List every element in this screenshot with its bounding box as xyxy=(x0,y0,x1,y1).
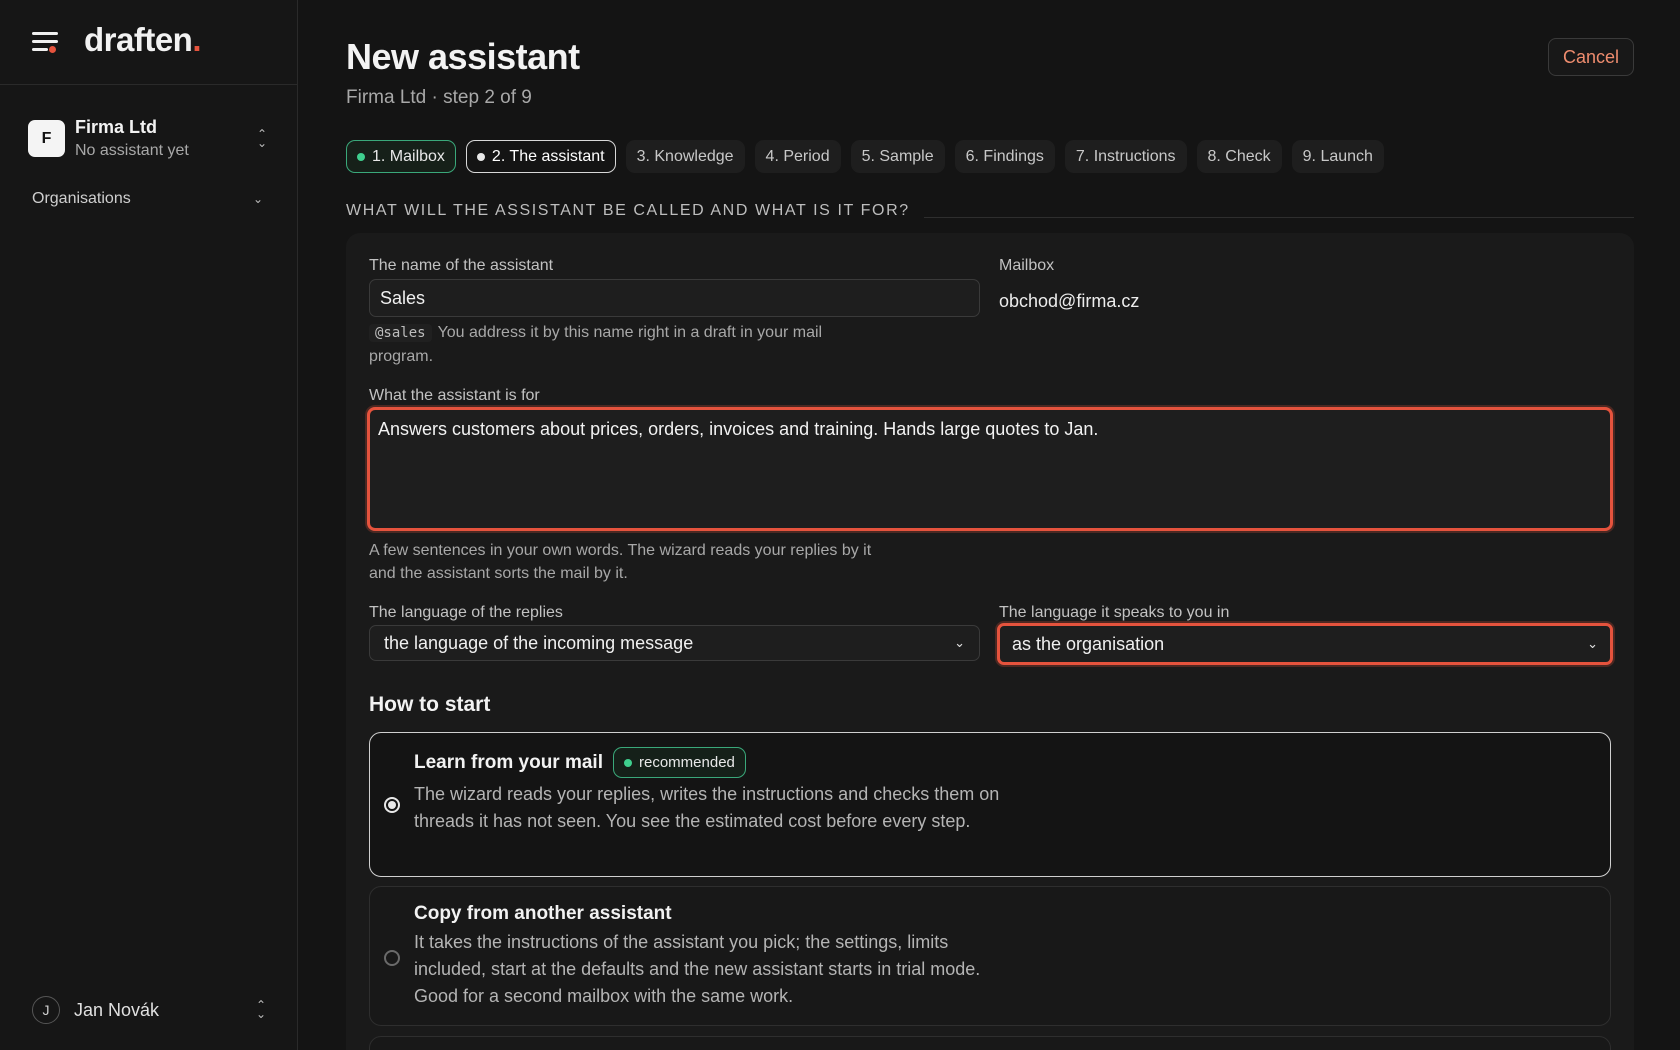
purpose-label: What the assistant is for xyxy=(369,387,540,404)
ui-language-label: The language it speaks to you in xyxy=(999,604,1230,621)
chevron-down-icon: ⌄ xyxy=(1587,636,1598,651)
chevron-down-icon: ⌄ xyxy=(252,192,263,206)
ui-language-value: as the organisation xyxy=(1012,633,1165,654)
step-done-icon xyxy=(357,152,365,161)
step-current-icon xyxy=(476,152,485,161)
how-to-start-heading: How to start xyxy=(369,693,491,716)
step-label: 2. The assistant xyxy=(491,147,605,165)
status-dot-icon xyxy=(624,758,632,767)
reply-language-select[interactable]: the language of the incoming message ⌄ xyxy=(369,625,980,661)
menu-icon[interactable] xyxy=(32,31,60,53)
org-avatar: F xyxy=(28,120,65,157)
chevron-up-down-icon: ⌃ ⌄ xyxy=(256,126,268,150)
org-name: Firma Ltd xyxy=(75,117,158,137)
page-subtitle: Firma Ltd · step 2 of 9 xyxy=(346,87,532,108)
start-option-learn[interactable]: Learn from your mail recommended The wiz… xyxy=(369,732,1611,877)
option-description: It takes the instructions of the assista… xyxy=(414,932,981,1006)
logo: draften. xyxy=(84,21,202,58)
step-knowledge[interactable]: 3. Knowledge xyxy=(625,140,745,173)
option-title: Learn from your mail recommended xyxy=(414,747,746,778)
name-hint-text: You address it by this name right in a d… xyxy=(369,324,823,365)
reply-language-label: The language of the replies xyxy=(369,604,563,621)
assistant-name-input[interactable] xyxy=(369,279,980,317)
org-text: Firma Ltd No assistant yet xyxy=(75,117,255,160)
step-assistant[interactable]: 2. The assistant xyxy=(465,140,616,173)
step-instructions[interactable]: 7. Instructions xyxy=(1064,140,1187,173)
assistant-form-card: The name of the assistant @salesYou addr… xyxy=(346,233,1634,1050)
main-content: New assistant Firma Ltd · step 2 of 9 Ca… xyxy=(346,0,1634,1050)
radio-unselected[interactable] xyxy=(384,950,400,966)
sidebar: draften. F Firma Ltd No assistant yet ⌃ ⌄… xyxy=(0,0,298,1050)
option-description: The wizard reads your replies, writes th… xyxy=(414,784,1000,831)
step-period[interactable]: 4. Period xyxy=(754,140,841,173)
option-title-text: Copy from another assistant xyxy=(414,903,672,924)
divider xyxy=(923,216,1634,218)
purpose-hint: A few sentences in your own words. The w… xyxy=(369,542,872,582)
recommended-badge: recommended xyxy=(613,747,746,778)
user-switcher[interactable]: J Jan Novák ⌃ ⌄ xyxy=(32,996,268,1024)
user-name: Jan Novák xyxy=(74,999,160,1020)
option-title-text: Learn from your mail xyxy=(414,751,603,773)
page-title: New assistant xyxy=(346,36,580,77)
org-status: No assistant yet xyxy=(75,142,189,159)
chevron-down-icon: ⌄ xyxy=(954,635,965,650)
step-label: 1. Mailbox xyxy=(372,147,445,165)
start-option-copy[interactable]: Copy from another assistant It takes the… xyxy=(369,886,1611,1026)
org-switcher[interactable]: F Firma Ltd No assistant yet ⌃ ⌄ xyxy=(0,85,297,160)
handle-code: @sales xyxy=(369,324,432,342)
avatar: J xyxy=(32,996,60,1024)
name-label: The name of the assistant xyxy=(369,257,554,274)
section-heading-text: WHAT WILL THE ASSISTANT BE CALLED AND WH… xyxy=(346,202,910,219)
reply-language-value: the language of the incoming message xyxy=(384,632,694,653)
cancel-button[interactable]: Cancel xyxy=(1547,38,1634,76)
badge-text: recommended xyxy=(639,754,735,771)
sidebar-header: draften. xyxy=(0,0,297,85)
radio-selected[interactable] xyxy=(384,797,400,813)
wizard-steps: 1. Mailbox 2. The assistant 3. Knowledge… xyxy=(346,140,1384,173)
sidebar-item-organisations[interactable]: Organisations ⌄ xyxy=(0,160,297,208)
mailbox-label: Mailbox xyxy=(999,257,1055,274)
start-option-more[interactable] xyxy=(369,1036,1611,1050)
step-launch[interactable]: 9. Launch xyxy=(1291,140,1384,173)
option-title: Copy from another assistant xyxy=(414,903,672,925)
step-sample[interactable]: 5. Sample xyxy=(850,140,945,173)
sidebar-item-label: Organisations xyxy=(32,190,131,207)
ui-language-select[interactable]: as the organisation ⌄ xyxy=(997,623,1613,665)
step-findings[interactable]: 6. Findings xyxy=(954,140,1055,173)
step-check[interactable]: 8. Check xyxy=(1196,140,1282,173)
name-hint: @sales You address it by this name right … xyxy=(369,321,849,368)
chevron-up-down-icon: ⌃ ⌄ xyxy=(255,998,267,1021)
purpose-textarea[interactable] xyxy=(367,407,1613,531)
mailbox-value: obchod@firma.cz xyxy=(999,291,1140,311)
step-mailbox[interactable]: 1. Mailbox xyxy=(346,140,456,173)
section-heading: WHAT WILL THE ASSISTANT BE CALLED AND WH… xyxy=(346,202,1634,220)
